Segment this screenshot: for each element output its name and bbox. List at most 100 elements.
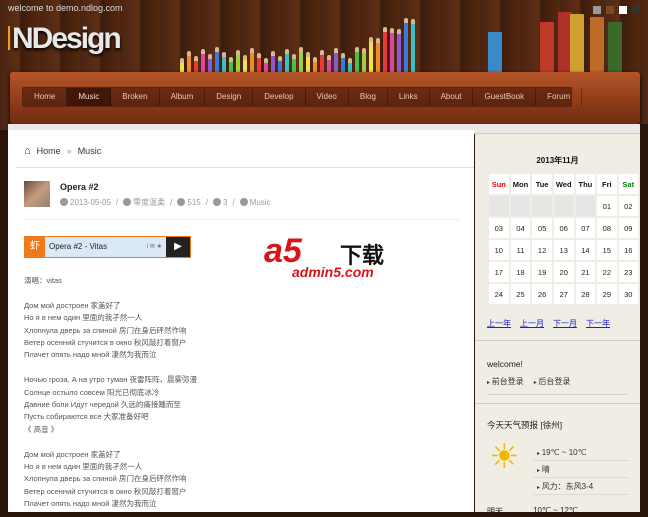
site-logo[interactable]: NDesign bbox=[8, 22, 122, 56]
calendar-day[interactable]: 06 bbox=[553, 218, 574, 238]
pencil-icon bbox=[334, 48, 338, 72]
weather-title: 今天天气预报 [徐州] bbox=[487, 420, 563, 430]
pencil-icon bbox=[355, 47, 359, 72]
nav-item-album[interactable]: Album bbox=[160, 88, 206, 106]
nav-item-video[interactable]: Video bbox=[306, 88, 349, 106]
calendar-day[interactable]: 04 bbox=[510, 218, 531, 238]
theme-swatch[interactable] bbox=[593, 6, 601, 14]
calendar-empty-cell bbox=[575, 196, 596, 216]
user-icon bbox=[123, 198, 132, 206]
calendar-day[interactable]: 11 bbox=[510, 240, 531, 260]
post-comments[interactable]: 3 bbox=[223, 198, 227, 207]
nav-item-home[interactable]: Home bbox=[23, 88, 68, 106]
nav-item-guestbook[interactable]: GuestBook bbox=[473, 88, 537, 106]
calendar-title: 2013年11月 bbox=[536, 156, 579, 165]
calendar-empty-cell bbox=[532, 196, 552, 216]
calendar-day[interactable]: 08 bbox=[597, 218, 617, 238]
nav-item-blog[interactable]: Blog bbox=[349, 88, 388, 106]
calendar-day[interactable]: 15 bbox=[597, 240, 617, 260]
pencil-icon bbox=[390, 28, 394, 72]
calendar-day[interactable]: 17 bbox=[489, 262, 509, 282]
calendar-day[interactable]: 24 bbox=[489, 284, 509, 304]
backend-login-link[interactable]: 后台登录 bbox=[534, 376, 570, 387]
post-category[interactable]: Music bbox=[250, 198, 271, 207]
calendar-day[interactable]: 07 bbox=[575, 218, 596, 238]
pencil-icon bbox=[341, 53, 345, 72]
pencil-icon bbox=[285, 49, 289, 72]
calendar-day[interactable]: 14 bbox=[575, 240, 596, 260]
calendar-day[interactable]: 02 bbox=[618, 196, 638, 216]
weather-condition: 晴 bbox=[533, 461, 629, 478]
calendar-day-header: Sun bbox=[489, 174, 509, 194]
play-button[interactable]: ▶ bbox=[166, 237, 190, 257]
breadcrumb-home[interactable]: Home bbox=[37, 146, 61, 156]
pencil-icon bbox=[376, 38, 380, 72]
pencil-icon bbox=[194, 56, 198, 72]
frontend-login-link[interactable]: 前台登录 bbox=[487, 376, 524, 387]
main-menu: Home Music Broken Album Design Develop Video Bl… bbox=[22, 87, 583, 107]
player-tools[interactable]: i ✉ ★ bbox=[147, 237, 166, 257]
calendar-day[interactable]: 30 bbox=[618, 284, 638, 304]
pencil-icon bbox=[369, 37, 373, 72]
nav-item-design[interactable]: Design bbox=[205, 88, 254, 106]
theme-swatch[interactable] bbox=[606, 6, 614, 14]
calendar-day[interactable]: 18 bbox=[510, 262, 531, 282]
calendar-day[interactable]: 27 bbox=[553, 284, 574, 304]
calendar-day[interactable]: 21 bbox=[575, 262, 596, 282]
weather-list: 19℃ ~ 10℃ 晴 风力：东风3-4 bbox=[533, 444, 629, 495]
pencil-icon bbox=[250, 48, 254, 72]
author-avatar bbox=[24, 181, 50, 207]
calendar-day[interactable]: 01 bbox=[597, 196, 617, 216]
calendar-nav-link[interactable]: 上一年 bbox=[487, 318, 511, 329]
theme-swatch[interactable] bbox=[619, 6, 627, 14]
login-links: 前台登录 后台登录 bbox=[487, 376, 571, 387]
eye-icon bbox=[177, 198, 186, 206]
calendar-day[interactable]: 12 bbox=[532, 240, 552, 260]
calendar-day[interactable]: 23 bbox=[618, 262, 638, 282]
nav-item-develop[interactable]: Develop bbox=[253, 88, 306, 106]
calendar-day[interactable]: 29 bbox=[597, 284, 617, 304]
post-title[interactable]: Opera #2 bbox=[60, 182, 99, 192]
comments-icon bbox=[212, 198, 221, 206]
sidebar: 2013年11月 Sun Mon Tue Wed Thu Fri Sat 01 02 03 04 05… bbox=[475, 134, 640, 516]
nav-item-links[interactable]: Links bbox=[388, 88, 430, 106]
nav-item-music[interactable]: Music bbox=[67, 88, 112, 106]
calendar-empty-cell bbox=[489, 196, 509, 216]
calendar-day[interactable]: 26 bbox=[532, 284, 552, 304]
lyric-line: Хлопнула дверь за спиной 房门在身后砰然作响 bbox=[24, 474, 187, 484]
calendar-day[interactable]: 05 bbox=[532, 218, 552, 238]
calendar-day[interactable]: 10 bbox=[489, 240, 509, 260]
admin5-watermark: a5 下载 admin5.com bbox=[264, 232, 385, 280]
welcome-title: welcome! bbox=[487, 359, 523, 369]
breadcrumb-separator: » bbox=[66, 146, 72, 156]
calendar-day[interactable]: 16 bbox=[618, 240, 638, 260]
post-author[interactable]: 零度温柔 bbox=[133, 198, 165, 207]
calendar-day[interactable]: 25 bbox=[510, 284, 531, 304]
calendar-day[interactable]: 09 bbox=[618, 218, 638, 238]
nav-item-broken[interactable]: Broken bbox=[111, 88, 160, 106]
calendar-day[interactable]: 03 bbox=[489, 218, 509, 238]
pencil-icon bbox=[243, 55, 247, 72]
calendar-day[interactable]: 13 bbox=[553, 240, 574, 260]
nav-item-about[interactable]: About bbox=[430, 88, 474, 106]
calendar-nav-link[interactable]: 上一月 bbox=[520, 318, 544, 329]
breadcrumb-current[interactable]: Music bbox=[78, 146, 102, 156]
lyric-line: Дом мой достроен 家盖好了 bbox=[24, 449, 121, 459]
pencil-icon bbox=[327, 55, 331, 72]
calendar-day[interactable]: 28 bbox=[575, 284, 596, 304]
calendar-day-header: Mon bbox=[510, 174, 531, 194]
calendar-day[interactable]: 19 bbox=[532, 262, 552, 282]
calendar-day[interactable]: 20 bbox=[553, 262, 574, 282]
calendar-nav-link[interactable]: 下一年 bbox=[586, 318, 610, 329]
pencil-icon bbox=[313, 57, 317, 72]
home-icon: ⌂ bbox=[24, 145, 31, 157]
calendar-day[interactable]: 22 bbox=[597, 262, 617, 282]
theme-swatches bbox=[593, 6, 640, 14]
pencil-icon bbox=[348, 58, 352, 72]
pencil-icon bbox=[271, 51, 275, 72]
theme-swatch[interactable] bbox=[632, 6, 640, 14]
nav-item-forum[interactable]: Forum bbox=[536, 88, 583, 106]
divider bbox=[24, 219, 460, 220]
weather-wind: 风力：东风3-4 bbox=[533, 478, 629, 495]
calendar-nav-link[interactable]: 下一月 bbox=[553, 318, 577, 329]
